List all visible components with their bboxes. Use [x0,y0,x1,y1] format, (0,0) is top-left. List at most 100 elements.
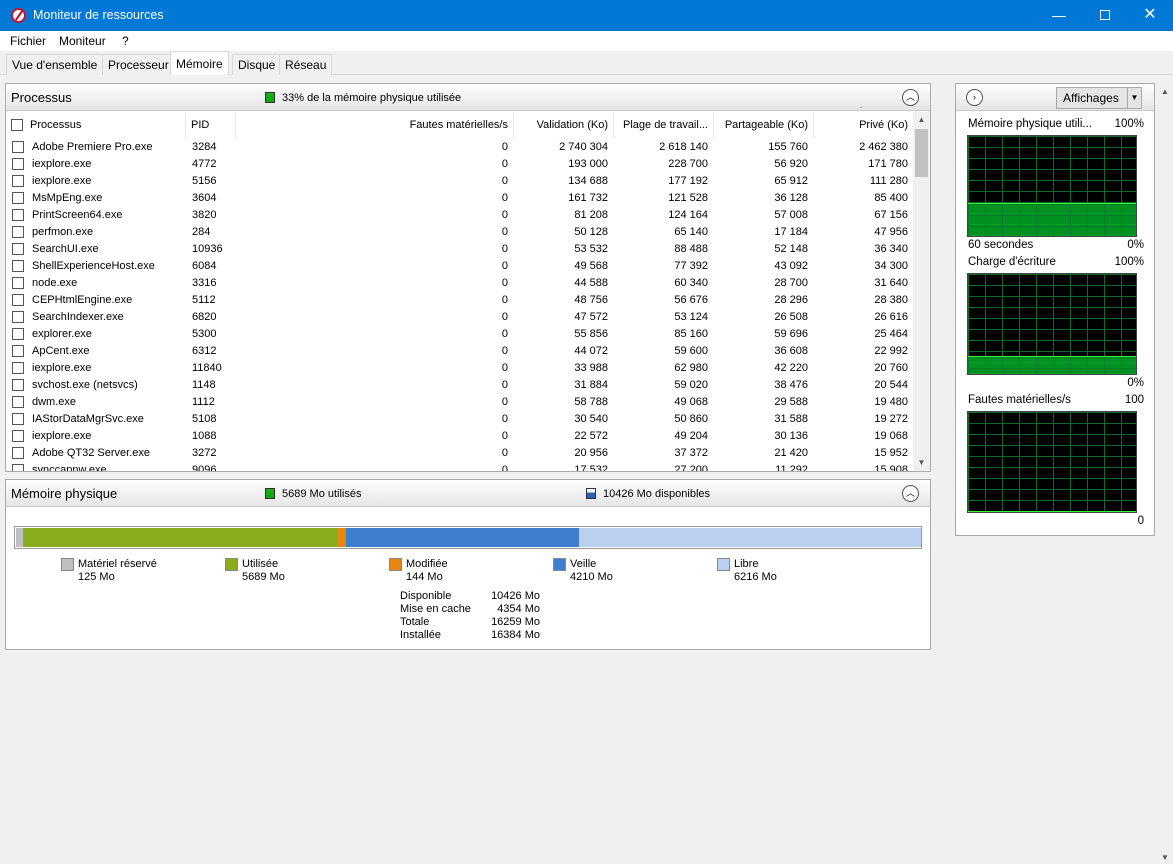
tab-network[interactable]: Réseau [279,54,333,75]
free-swatch [717,558,730,571]
col-private[interactable]: Privé (Ko) [814,112,914,138]
cell-commit: 193 000 [568,158,608,170]
row-checkbox[interactable] [12,328,24,340]
row-checkbox[interactable] [12,260,24,272]
row-checkbox[interactable] [12,158,24,170]
expand-pane-button[interactable]: › [966,89,983,106]
row-checkbox[interactable] [12,464,24,471]
graph1-max: 100% [1114,118,1144,130]
table-row[interactable]: MsMpEng.exe 3604 0 161 732 121 528 36 128 85 4… [7,190,914,207]
cell-shareable: 65 912 [774,175,808,187]
cell-faults: 0 [501,175,508,187]
window-scroll-up-icon[interactable]: ▲ [1157,87,1173,96]
row-checkbox[interactable] [12,294,24,306]
col-commit[interactable]: Validation (Ko) [514,112,614,138]
minimize-button[interactable]: — [1036,0,1082,31]
table-row[interactable]: Adobe QT32 Server.exe 3272 0 20 956 37 372 21… [7,445,914,462]
graph2-title: Charge d'écriture [968,256,1056,268]
table-row[interactable]: explorer.exe 5300 0 55 856 85 160 59 696 25 46… [7,326,914,343]
chevron-down-icon[interactable]: ▼ [1127,88,1141,108]
available-memory-label: 10426 Mo disponibles [603,488,711,500]
cell-pid: 6084 [192,260,217,272]
maximize-button[interactable] [1082,0,1128,31]
row-checkbox[interactable] [12,311,24,323]
col-pid[interactable]: PID [186,112,236,138]
views-button[interactable]: Affichages ▼ [1056,87,1142,109]
col-hard-faults[interactable]: Fautes matérielles/s [236,112,514,138]
row-checkbox[interactable] [12,209,24,221]
physical-memory-panel: Mémoire physique 5689 Mo utilisés 10426 … [5,479,931,650]
table-row[interactable]: IAStorDataMgrSvc.exe 5108 0 30 540 50 860 31 … [7,411,914,428]
row-checkbox[interactable] [12,430,24,442]
cell-private: 111 280 [869,175,908,187]
row-checkbox[interactable] [12,396,24,408]
table-row[interactable]: svchost.exe (netsvcs) 1148 0 31 884 59 020 38… [7,377,914,394]
menu-moniteur[interactable]: Moniteur [59,34,106,48]
col-shareable[interactable]: Partageable (Ko) [714,112,814,138]
table-row[interactable]: SearchIndexer.exe 6820 0 47 572 53 124 26 508… [7,309,914,326]
cell-working: 59 600 [674,345,708,357]
table-row[interactable]: iexplore.exe 4772 0 193 000 228 700 56 920 171… [7,156,914,173]
menu-fichier[interactable]: Fichier [10,34,46,48]
table-row[interactable]: ApCent.exe 6312 0 44 072 59 600 36 608 22 992 [7,343,914,360]
table-row[interactable]: perfmon.exe 284 0 50 128 65 140 17 184 47 956 [7,224,914,241]
processes-panel-header[interactable]: Processus 33% de la mémoire physique uti… [6,84,930,111]
collapse-memory-button[interactable]: ︿ [902,485,919,502]
window-scrollbar[interactable]: ▲ ▼ [1157,83,1173,864]
cell-faults: 0 [501,430,508,442]
cell-commit: 31 884 [574,379,608,391]
cell-commit: 22 572 [574,430,608,442]
tab-disk[interactable]: Disque [232,54,282,75]
row-checkbox[interactable] [12,345,24,357]
row-checkbox[interactable] [12,243,24,255]
cell-pid: 3820 [192,209,217,221]
window-scroll-down-icon[interactable]: ▼ [1157,853,1173,862]
scroll-up-icon[interactable]: ▲ [913,112,930,128]
cell-commit: 48 756 [574,294,608,306]
cell-pid: 3272 [192,447,217,459]
row-checkbox[interactable] [12,226,24,238]
collapse-processes-button[interactable]: ︿ [902,89,919,106]
table-row[interactable]: Adobe Premiere Pro.exe 3284 0 2 740 304 2 61… [7,139,914,156]
cell-working: 177 192 [668,175,708,187]
row-checkbox[interactable] [12,362,24,374]
table-row[interactable]: PrintScreen64.exe 3820 0 81 208 124 164 57 00… [7,207,914,224]
table-row[interactable]: synccapnw.exe 9096 0 17 532 27 200 11 292 15 9… [7,462,914,471]
table-row[interactable]: dwm.exe 1112 0 58 788 49 068 29 588 19 480 [7,394,914,411]
cell-faults: 0 [501,447,508,459]
processes-scrollbar[interactable]: ▲ ▼ [913,112,930,471]
reserved-swatch [61,558,74,571]
menu-help[interactable]: ? [122,34,129,48]
cell-pid: 284 [192,226,211,238]
row-checkbox[interactable] [12,192,24,204]
row-checkbox[interactable] [12,175,24,187]
select-all-checkbox[interactable] [11,119,23,131]
graph3-max: 100 [1124,394,1144,406]
close-button[interactable]: ✕ [1127,0,1173,31]
row-checkbox[interactable] [12,447,24,459]
row-checkbox[interactable] [12,413,24,425]
cell-commit: 20 956 [574,447,608,459]
row-checkbox[interactable] [12,277,24,289]
table-row[interactable]: CEPHtmlEngine.exe 5112 0 48 756 56 676 28 296… [7,292,914,309]
physical-memory-panel-header[interactable]: Mémoire physique 5689 Mo utilisés 10426 … [6,480,930,507]
scroll-thumb[interactable] [915,129,928,177]
table-row[interactable]: iexplore.exe 5156 0 134 688 177 192 65 912 111… [7,173,914,190]
table-row[interactable]: ShellExperienceHost.exe 6084 0 49 568 77 392… [7,258,914,275]
table-row[interactable]: iexplore.exe 1088 0 22 572 49 204 30 136 19 06… [7,428,914,445]
col-process[interactable]: Processus [25,112,186,138]
tab-overview[interactable]: Vue d'ensemble [6,54,104,75]
cell-pid: 3316 [192,277,217,289]
tab-processor[interactable]: Processeur [102,54,175,75]
tab-memory[interactable]: Mémoire [170,51,229,76]
col-working-set[interactable]: Plage de travail... [614,112,714,138]
cell-working: 88 488 [674,243,708,255]
scroll-down-icon[interactable]: ▼ [913,455,930,471]
memory-composition-bar [14,526,922,549]
reserved-label: Matériel réservé [78,558,157,570]
table-row[interactable]: SearchUI.exe 10936 0 53 532 88 488 52 148 36 3… [7,241,914,258]
table-row[interactable]: node.exe 3316 0 44 588 60 340 28 700 31 640 [7,275,914,292]
row-checkbox[interactable] [12,141,24,153]
row-checkbox[interactable] [12,379,24,391]
table-row[interactable]: iexplore.exe 11840 0 33 988 62 980 42 220 20 7… [7,360,914,377]
